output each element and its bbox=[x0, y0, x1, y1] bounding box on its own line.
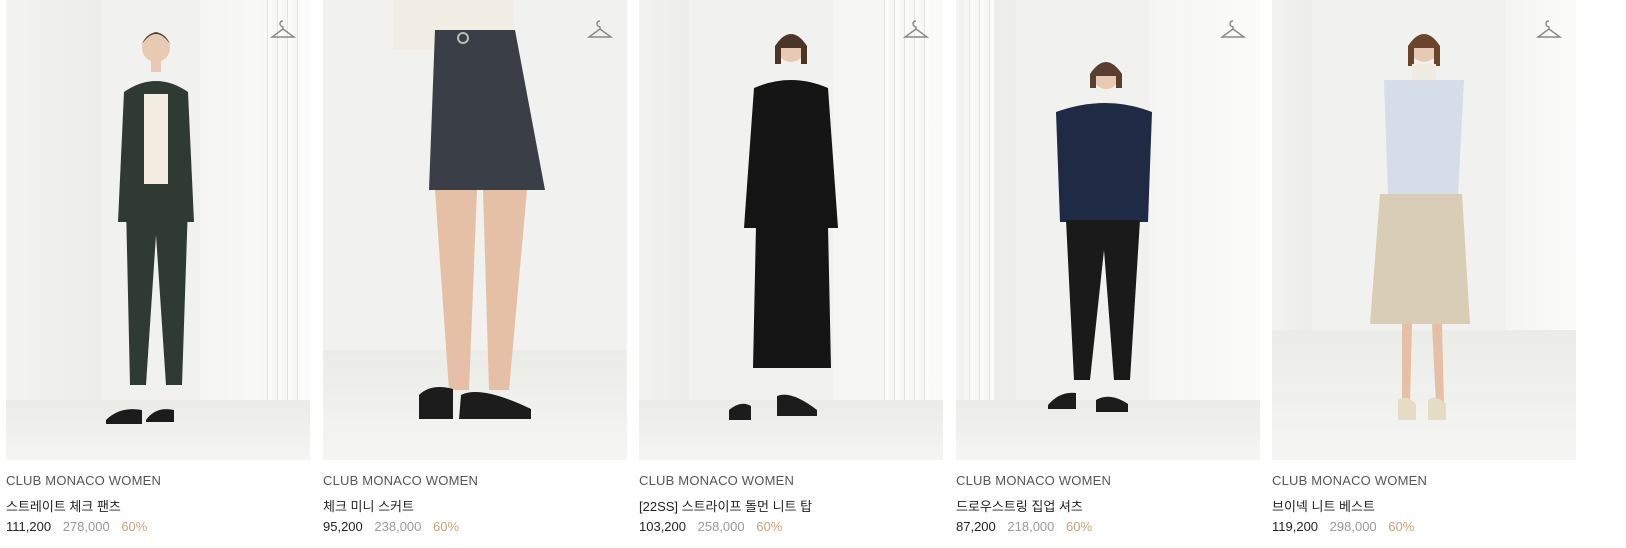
sale-price: 111,200 bbox=[6, 519, 52, 534]
product-image[interactable] bbox=[323, 0, 627, 460]
product-brand[interactable]: CLUB MONACO WOMEN bbox=[323, 473, 478, 488]
product-name[interactable]: 브이넥 니트 베스트 bbox=[1272, 496, 1375, 515]
product-brand[interactable]: CLUB MONACO WOMEN bbox=[639, 473, 794, 488]
product-name[interactable]: [22SS] 스트라이프 돌먼 니트 탑 bbox=[639, 496, 812, 515]
product-image[interactable] bbox=[639, 0, 943, 460]
discount-rate: 60% bbox=[1388, 519, 1415, 534]
product-price: 95,200 238,000 60% bbox=[323, 519, 459, 534]
product-card[interactable]: CLUB MONACO WOMEN 브이넥 니트 베스트 119,200 298… bbox=[1272, 0, 1576, 548]
product-brand[interactable]: CLUB MONACO WOMEN bbox=[956, 473, 1111, 488]
product-name[interactable]: 스트레이트 체크 팬츠 bbox=[6, 496, 121, 515]
product-image[interactable] bbox=[1272, 0, 1576, 460]
product-name[interactable]: 드로우스트링 집업 셔츠 bbox=[956, 496, 1083, 515]
discount-rate: 60% bbox=[1066, 519, 1093, 534]
product-price: 103,200 258,000 60% bbox=[639, 519, 782, 534]
hanger-icon[interactable] bbox=[1220, 16, 1246, 42]
model-figure bbox=[106, 32, 194, 424]
product-price: 87,200 218,000 60% bbox=[956, 519, 1092, 534]
hanger-icon[interactable] bbox=[270, 16, 296, 42]
original-price: 238,000 bbox=[374, 519, 422, 534]
product-price: 119,200 298,000 60% bbox=[1272, 519, 1414, 534]
sale-price: 103,200 bbox=[639, 519, 686, 534]
sale-price: 95,200 bbox=[323, 519, 363, 534]
product-image[interactable] bbox=[956, 0, 1260, 460]
model-figure bbox=[729, 34, 838, 420]
product-grid: CLUB MONACO WOMEN 스트레이트 체크 팬츠 111,200 27… bbox=[0, 0, 1626, 548]
original-price: 278,000 bbox=[62, 519, 110, 534]
product-price: 111,200 278,000 60% bbox=[6, 519, 147, 534]
hanger-icon[interactable] bbox=[903, 16, 929, 42]
original-price: 258,000 bbox=[697, 519, 745, 534]
discount-rate: 60% bbox=[433, 519, 460, 534]
product-card[interactable]: CLUB MONACO WOMEN 체크 미니 스커트 95,200 238,0… bbox=[323, 0, 627, 548]
discount-rate: 60% bbox=[121, 519, 148, 534]
product-name[interactable]: 체크 미니 스커트 bbox=[323, 496, 414, 515]
hanger-icon[interactable] bbox=[1536, 16, 1562, 42]
model-figure bbox=[1048, 62, 1152, 412]
sale-price: 87,200 bbox=[956, 519, 996, 534]
product-card[interactable]: CLUB MONACO WOMEN 스트레이트 체크 팬츠 111,200 27… bbox=[6, 0, 310, 548]
product-card[interactable]: CLUB MONACO WOMEN 드로우스트링 집업 셔츠 87,200 21… bbox=[956, 0, 1260, 548]
discount-rate: 60% bbox=[756, 519, 783, 534]
product-image[interactable] bbox=[6, 0, 310, 460]
model-figure bbox=[1370, 34, 1470, 420]
model-figure bbox=[393, 0, 545, 419]
product-brand[interactable]: CLUB MONACO WOMEN bbox=[1272, 473, 1427, 488]
original-price: 298,000 bbox=[1329, 519, 1377, 534]
product-card[interactable]: CLUB MONACO WOMEN [22SS] 스트라이프 돌먼 니트 탑 1… bbox=[639, 0, 943, 548]
product-brand[interactable]: CLUB MONACO WOMEN bbox=[6, 473, 161, 488]
sale-price: 119,200 bbox=[1272, 519, 1319, 534]
hanger-icon[interactable] bbox=[587, 16, 613, 42]
original-price: 218,000 bbox=[1007, 519, 1055, 534]
